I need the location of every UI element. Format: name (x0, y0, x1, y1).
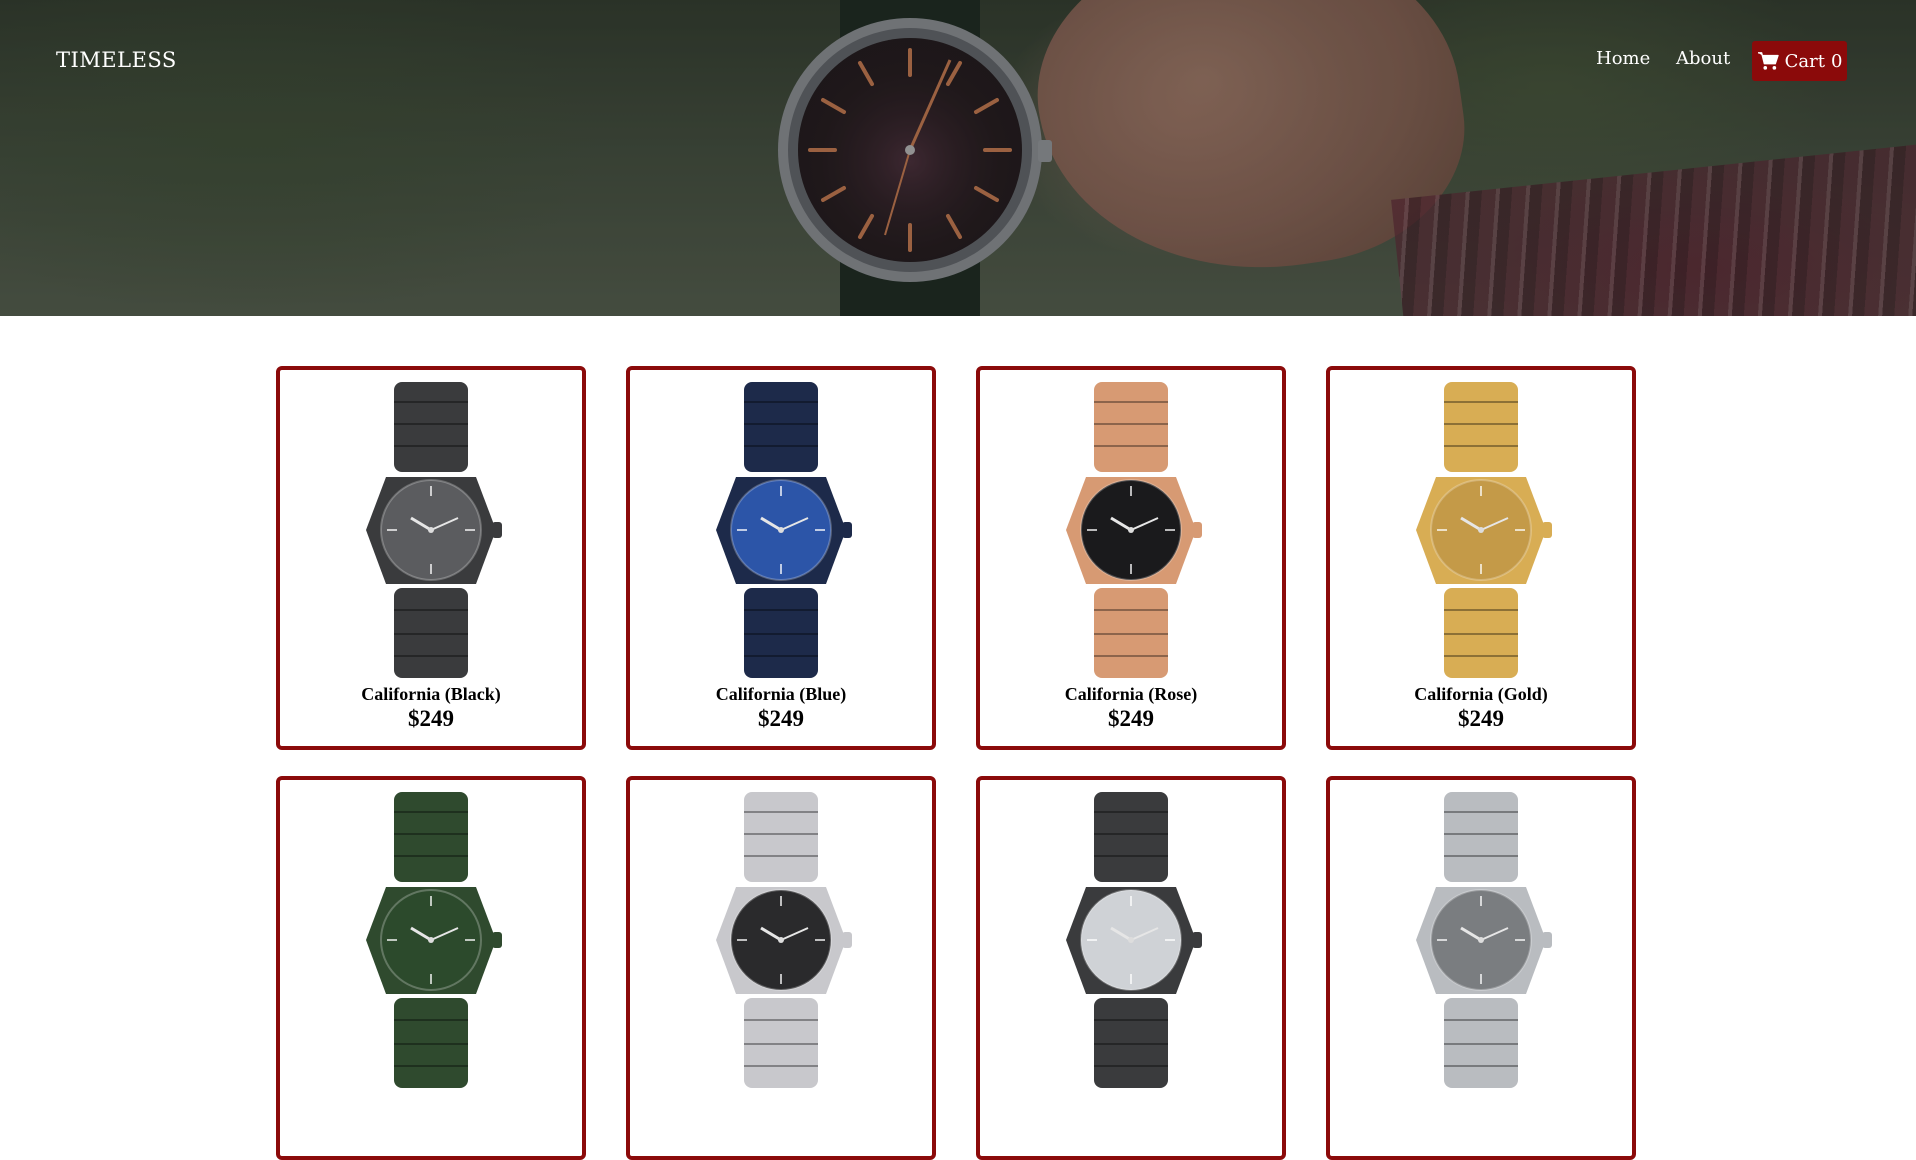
watch-image (1416, 382, 1552, 678)
product-price: $249 (758, 706, 804, 731)
product-name: California (Blue) (715, 684, 847, 704)
nav-link-home[interactable]: Home (1596, 48, 1650, 69)
watch-image (1066, 792, 1202, 1088)
product-card[interactable]: California (Black) $249 (276, 366, 586, 750)
product-card[interactable]: California (Rose) $249 (976, 366, 1286, 750)
nav-link-about[interactable]: About (1676, 48, 1730, 69)
cart-label: Cart (1784, 50, 1825, 72)
product-grid: California (Black) $249 California (Blue) $… (276, 366, 1636, 1160)
cart-count: 0 (1830, 50, 1843, 72)
product-name: California (Rose) (1064, 684, 1198, 704)
watch-image (366, 382, 502, 678)
watch-image (716, 382, 852, 678)
product-card[interactable]: California (Gold) $249 (1326, 366, 1636, 750)
watch-image (716, 792, 852, 1088)
product-card[interactable] (1326, 776, 1636, 1160)
product-card[interactable]: California (Blue) $249 (626, 366, 936, 750)
watch-image (1416, 792, 1552, 1088)
product-price: $249 (1108, 706, 1154, 731)
product-card[interactable] (626, 776, 936, 1160)
product-card[interactable] (976, 776, 1286, 1160)
product-name: California (Black) (361, 684, 501, 704)
watch-image (1066, 382, 1202, 678)
product-price: $249 (1458, 706, 1504, 731)
cart-button[interactable]: Cart 0 (1752, 41, 1847, 81)
brand-logo[interactable]: TIMELESS (56, 48, 177, 72)
hero-banner: TIMELESS Home About Cart 0 (0, 0, 1916, 316)
watch-image (366, 792, 502, 1088)
top-navbar: TIMELESS Home About Cart 0 (0, 0, 1916, 120)
product-name: California (Gold) (1414, 684, 1548, 704)
product-price: $249 (408, 706, 454, 731)
product-card[interactable] (276, 776, 586, 1160)
shopping-cart-icon (1757, 52, 1779, 70)
